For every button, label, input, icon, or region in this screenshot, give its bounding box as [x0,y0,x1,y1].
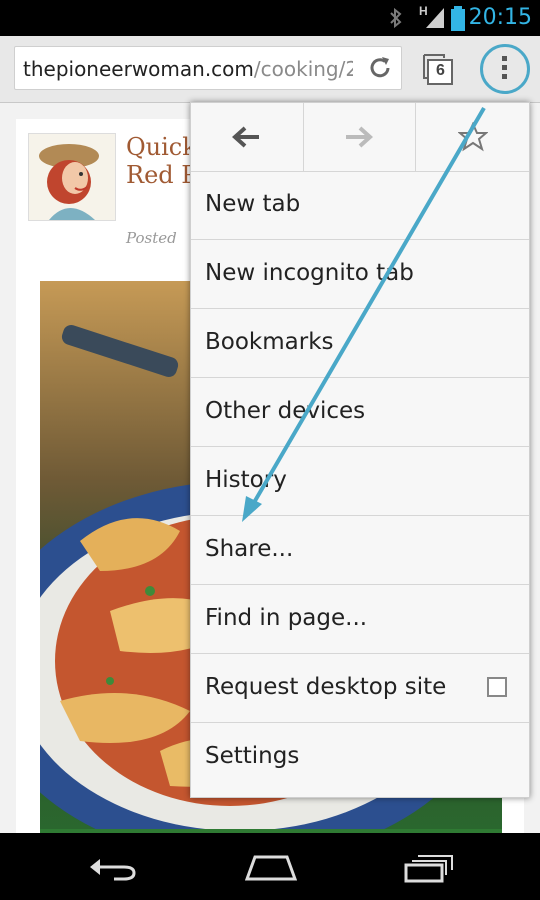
menu-item-history[interactable]: History [191,447,529,516]
url-text[interactable]: thepioneerwoman.com/cooking/20 [23,57,353,81]
menu-item-request-desktop-site[interactable]: Request desktop site [191,654,529,723]
clock-time: 20:15 [468,5,532,30]
menu-item-label: History [205,467,287,493]
omnibox[interactable]: thepioneerwoman.com/cooking/20 [14,46,402,90]
menu-item-find-in-page[interactable]: Find in page... [191,585,529,654]
desktop-site-checkbox[interactable] [487,677,507,697]
menu-item-label: New tab [205,191,301,217]
home-nav-icon[interactable] [245,853,297,881]
menu-item-label: New incognito tab [205,260,414,286]
overflow-menu-icon [502,56,507,83]
menu-item-bookmarks[interactable]: Bookmarks [191,309,529,378]
battery-icon [451,6,465,31]
bluetooth-icon [390,7,402,29]
bookmark-star-icon [458,122,488,152]
menu-item-label: Settings [205,743,300,769]
tab-count: 6 [436,62,445,79]
back-arrow-icon [232,126,259,148]
url-host: thepioneerwoman.com [23,57,254,81]
menu-item-share[interactable]: Share... [191,516,529,585]
menu-item-settings[interactable]: Settings [191,723,529,792]
menu-bookmark-button[interactable] [415,103,527,171]
browser-toolbar: thepioneerwoman.com/cooking/20 6 [0,36,540,103]
overflow-menu: New tab New incognito tab Bookmarks Othe… [190,102,530,798]
menu-item-label: Other devices [205,398,366,424]
menu-item-label: Find in page... [205,605,368,631]
menu-back-button[interactable] [191,103,303,171]
overflow-menu-button[interactable] [480,44,530,94]
menu-item-label: Share... [205,536,294,562]
menu-nav-row [191,103,529,172]
signal-icon [426,8,444,28]
avatar [28,133,116,221]
menu-item-new-tab[interactable]: New tab [191,171,529,240]
menu-item-label: Bookmarks [205,329,334,355]
back-nav-icon[interactable] [88,853,138,881]
menu-item-new-incognito-tab[interactable]: New incognito tab [191,240,529,309]
avatar-illustration [29,134,115,220]
menu-forward-button[interactable] [303,103,415,171]
post-meta: Posted [126,229,177,247]
system-nav-bar [0,833,540,900]
menu-item-label: Request desktop site [205,674,447,700]
reload-icon[interactable] [367,55,393,81]
menu-item-other-devices[interactable]: Other devices [191,378,529,447]
status-bar: H 20:15 [0,0,540,36]
url-path: /cooking/20 [253,57,353,81]
forward-arrow-icon [346,126,373,148]
recent-apps-icon[interactable] [404,853,454,883]
